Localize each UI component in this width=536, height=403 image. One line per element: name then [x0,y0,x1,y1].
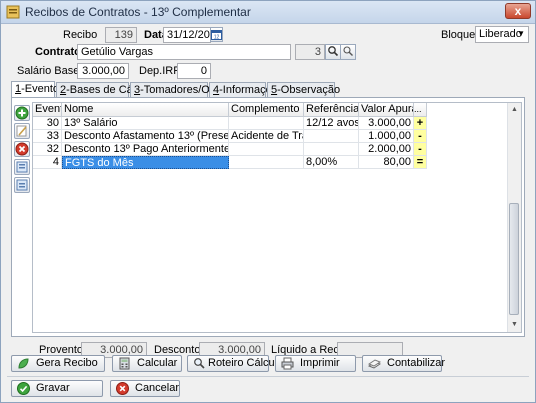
cell-nome: 13º Salário [62,117,229,130]
col-header-evento[interactable]: Evento [33,103,62,117]
contabilizar-label: Contabilizar [387,357,446,369]
recibo-label: Recibo [63,29,98,41]
close-button[interactable]: x [505,3,531,19]
cell-indicator: - [414,143,427,156]
gravar-button[interactable]: Gravar [11,380,103,397]
app-icon [6,5,20,19]
col-header-indicator[interactable]: ... [414,103,427,117]
search-icon [343,46,353,56]
bloqueio-select[interactable]: Liberado ▼ [475,26,529,43]
cancelar-label: Cancelar [135,382,180,394]
cell-complemento [229,143,304,156]
contrato-field[interactable]: Getúlio Vargas [77,44,291,60]
calcular-label: Calcular [137,357,178,369]
list-up-icon [16,161,28,173]
leaf-icon [18,358,29,369]
calculator-icon [119,357,130,370]
col-header-valor[interactable]: Valor Apurado [359,103,414,117]
title-bar: Recibos de Contratos - 13º Complementar … [1,1,535,24]
cell-valor: 80,00 [359,156,414,169]
recibo-field[interactable]: 139 [105,27,137,43]
remove-event-button[interactable] [14,141,30,157]
col-header-referencia[interactable]: Referência [304,103,359,117]
ledger-icon [368,359,381,369]
gera-recibo-label: Gera Recibo [36,357,98,369]
search-icon [328,46,339,57]
bloqueio-value: Liberado [479,28,522,40]
move-down-button[interactable] [14,177,30,193]
tab-eventos[interactable]: 1-Eventos [11,81,65,98]
cell-complemento [229,156,304,169]
cell-referencia: 12/12 avos [304,117,359,130]
cancel-icon [116,382,129,395]
tab-tomadores-obras[interactable]: 3-Tomadores/Obras [130,82,231,97]
cell-valor: 1.000,00 [359,130,414,143]
gera-recibo-button[interactable]: Gera Recibo [11,355,105,372]
printer-icon [281,357,294,370]
svg-text:12: 12 [214,35,220,41]
cell-valor: 3.000,00 [359,117,414,130]
search-icon [194,358,205,369]
dep-irrf-field[interactable]: 0 [177,63,211,79]
search-contract-button[interactable] [325,44,341,60]
cell-indicator: = [414,156,427,169]
col-header-complemento[interactable]: Complemento [229,103,304,117]
calcular-button[interactable]: Calcular [112,355,182,372]
search-contract-alt-button[interactable] [340,44,356,60]
cell-valor: 2.000,00 [359,143,414,156]
tab-bases-calculo[interactable]: 2-Bases de Cálculo [56,82,155,97]
calendar-icon[interactable]: 12 [210,27,223,42]
cell-referencia: 8,00% [304,156,359,169]
delete-icon [15,142,29,156]
cell-nome: Desconto 13º Pago Anteriormente [62,143,229,156]
list-down-icon [16,179,28,191]
contrato-label: Contrato [35,46,81,58]
data-field[interactable]: 31/12/2014 [163,27,211,43]
cell-nome: Desconto Afastamento 13º (Preserva FGTS) [62,130,229,143]
contabilizar-button[interactable]: Contabilizar [362,355,446,372]
cell-indicator: - [414,130,427,143]
checkmark-icon [17,382,30,395]
scroll-up-icon[interactable]: ▲ [510,105,519,114]
edit-event-button[interactable] [14,123,30,139]
roteiro-calculo-label: Roteiro Cálculo [208,357,284,369]
app-window: Recibos de Contratos - 13º Complementar … [0,0,536,403]
add-event-button[interactable] [14,105,30,121]
scroll-thumb[interactable] [509,203,519,315]
cell-evento: 30 [33,117,62,130]
divider [7,376,529,377]
vertical-scrollbar[interactable]: ▲ ▼ [507,103,521,332]
move-up-button[interactable] [14,159,30,175]
cell-referencia [304,143,359,156]
events-table: Evento Nome Complemento Referência Valor… [32,102,522,333]
cell-complemento: Acidente de Trabalho [229,130,304,143]
roteiro-calculo-button[interactable]: Roteiro Cálculo [187,355,283,372]
salario-field[interactable]: 3.000,00 [77,63,129,79]
cell-evento: 4 [33,156,62,169]
col-header-nome[interactable]: Nome [62,103,229,117]
chevron-down-icon: ▼ [517,29,525,38]
cell-nome: FGTS do Mês [62,156,229,169]
tab-label: -Observação [277,84,341,96]
gravar-label: Gravar [36,382,70,394]
cell-evento: 33 [33,130,62,143]
cancelar-button[interactable]: Cancelar [110,380,180,397]
scroll-down-icon[interactable]: ▼ [510,320,519,329]
cell-evento: 32 [33,143,62,156]
plus-icon [15,106,29,120]
tab-observacao[interactable]: 5-Observação [267,82,340,97]
cell-indicator: + [414,117,427,130]
cell-referencia [304,130,359,143]
cell-complemento [229,117,304,130]
salario-label: Salário Base [17,65,80,77]
tab-informacoes[interactable]: 4-Informações [209,82,283,97]
edit-icon [16,125,27,137]
contrato-code-field[interactable]: 3 [295,44,325,60]
imprimir-label: Imprimir [300,357,340,369]
window-title: Recibos de Contratos - 13º Complementar [25,5,251,19]
imprimir-button[interactable]: Imprimir [275,355,356,372]
